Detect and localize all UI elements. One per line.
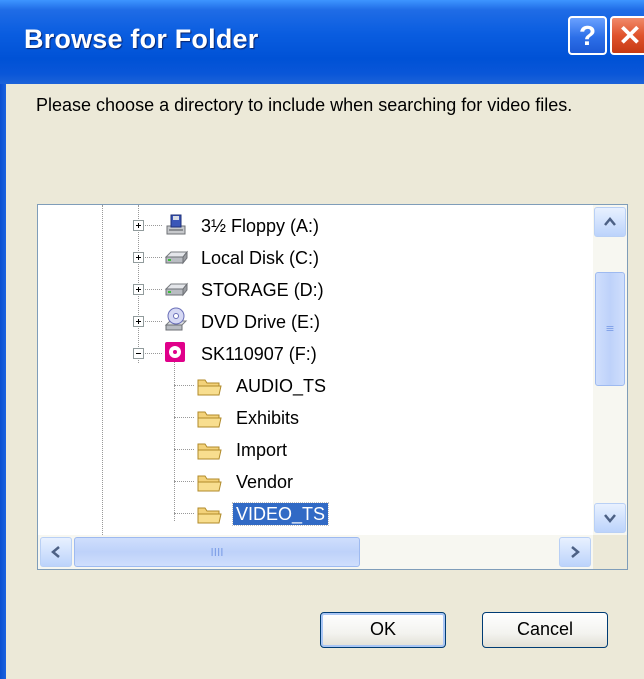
- folder-icon: [196, 375, 222, 397]
- scroll-grip: IIII: [210, 546, 224, 559]
- title-bar[interactable]: Browse for Folder ? ✕: [0, 0, 644, 84]
- expand-toggle[interactable]: [133, 316, 144, 327]
- tree-connector: [174, 513, 194, 514]
- floppy-drive-icon: [165, 213, 187, 235]
- folder-tree[interactable]: 3½ Floppy (A:) Local Disk (C:) STORAGE (: [37, 204, 628, 570]
- chevron-right-icon: [571, 546, 580, 558]
- expand-toggle[interactable]: [133, 284, 144, 295]
- tree-connector: [174, 417, 194, 418]
- folder-icon: [196, 407, 222, 429]
- ok-button[interactable]: OK: [320, 612, 446, 648]
- tree-item-exhibits[interactable]: Exhibits: [233, 407, 302, 429]
- cancel-button[interactable]: Cancel: [482, 612, 608, 648]
- window-frame-left: [0, 84, 6, 679]
- folder-icon: [196, 471, 222, 493]
- expand-toggle[interactable]: [133, 220, 144, 231]
- tree-item-video-ts[interactable]: VIDEO_TS: [231, 502, 330, 526]
- browse-for-folder-dialog: Browse for Folder ? ✕ Please choose a di…: [0, 0, 644, 679]
- tree-connector: [174, 449, 194, 450]
- tree-connector: [174, 385, 194, 386]
- tree-item-vendor[interactable]: Vendor: [233, 471, 296, 493]
- scrollbar-corner: [593, 535, 627, 569]
- tree-guide-line: [102, 205, 103, 535]
- tree-item-floppy[interactable]: 3½ Floppy (A:): [198, 215, 322, 237]
- scroll-grip: ≡: [605, 322, 615, 335]
- chevron-up-icon: [604, 217, 616, 226]
- tree-connector: [174, 481, 194, 482]
- close-button[interactable]: ✕: [610, 16, 644, 55]
- horizontal-scrollbar[interactable]: IIII: [38, 535, 593, 569]
- collapse-toggle[interactable]: [133, 348, 144, 359]
- horizontal-scroll-thumb[interactable]: IIII: [74, 537, 360, 567]
- scroll-right-button[interactable]: [559, 537, 591, 567]
- hard-disk-icon: [163, 247, 189, 269]
- dialog-title: Browse for Folder: [24, 24, 259, 54]
- expand-toggle[interactable]: [133, 252, 144, 263]
- vertical-scrollbar[interactable]: ≡: [593, 205, 627, 535]
- chevron-down-icon: [604, 514, 616, 523]
- help-button[interactable]: ?: [568, 16, 607, 55]
- tree-item-local-disk[interactable]: Local Disk (C:): [198, 247, 322, 269]
- tree-item-storage[interactable]: STORAGE (D:): [198, 279, 327, 301]
- hard-disk-icon: [163, 279, 189, 301]
- folder-icon: [196, 503, 222, 525]
- dvd-disc-icon: [164, 341, 186, 363]
- tree-item-sk110907[interactable]: SK110907 (F:): [198, 343, 320, 365]
- instruction-text: Please choose a directory to include whe…: [36, 95, 573, 115]
- help-icon: ?: [578, 20, 597, 51]
- chevron-left-icon: [51, 546, 60, 558]
- tree-item-dvd-drive[interactable]: DVD Drive (E:): [198, 311, 323, 333]
- vertical-scroll-thumb[interactable]: ≡: [595, 272, 625, 386]
- tree-item-audio-ts[interactable]: AUDIO_TS: [233, 375, 329, 397]
- tree-guide-line: [174, 357, 175, 521]
- scroll-left-button[interactable]: [40, 537, 72, 567]
- scroll-up-button[interactable]: [594, 207, 626, 237]
- scroll-down-button[interactable]: [594, 503, 626, 533]
- folder-icon: [196, 439, 222, 461]
- close-icon: ✕: [618, 20, 642, 51]
- dvd-drive-icon: [164, 307, 188, 331]
- tree-item-import[interactable]: Import: [233, 439, 290, 461]
